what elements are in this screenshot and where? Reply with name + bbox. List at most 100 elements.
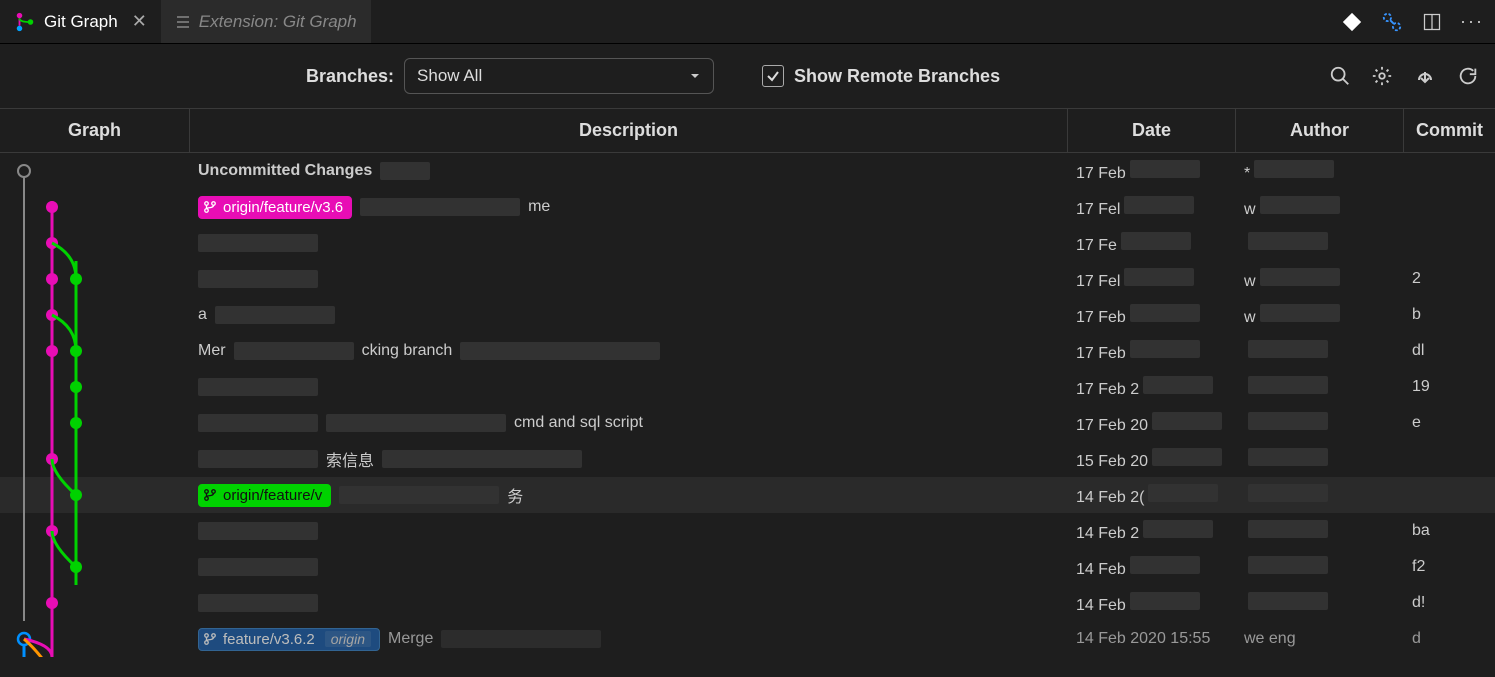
redacted-text (198, 450, 318, 468)
git-graph-toolbar: Branches: Show All Show Remote Branches (0, 44, 1495, 109)
diamond-icon[interactable] (1341, 11, 1363, 33)
date-cell: 14 Feb 2( (1068, 484, 1236, 507)
commit-row[interactable]: 14 Feb f2 (0, 549, 1495, 585)
commit-row[interactable]: feature/v3.6.2origin Merge14 Feb 2020 15… (0, 621, 1495, 657)
date-cell: 17 Feb 20 (1068, 412, 1236, 435)
date-cell: 17 Fe (1068, 232, 1236, 255)
split-editor-icon[interactable] (1421, 11, 1443, 33)
redacted-text (1248, 448, 1328, 466)
redacted-text (198, 522, 318, 540)
redacted-text (1248, 592, 1328, 610)
redacted-text (198, 594, 318, 612)
date-cell: 17 Feb (1068, 340, 1236, 363)
close-icon[interactable]: ✕ (132, 11, 147, 32)
redacted-text (198, 270, 318, 288)
tab-git-graph[interactable]: Git Graph ✕ (0, 0, 161, 43)
redacted-text (339, 486, 499, 504)
date-value: 17 Feb (1076, 345, 1126, 362)
commit-value: d (1412, 630, 1421, 647)
redacted-text (198, 378, 318, 396)
commit-cell: f2 (1404, 558, 1495, 576)
commit-value: f2 (1412, 558, 1425, 575)
col-description[interactable]: Description (190, 109, 1068, 152)
col-author[interactable]: Author (1236, 109, 1404, 152)
redacted-text (360, 198, 520, 216)
description-cell (190, 522, 1068, 540)
redacted-text (1248, 520, 1328, 538)
commit-value: d! (1412, 594, 1425, 611)
show-remote-checkbox[interactable] (762, 65, 784, 87)
more-icon[interactable]: ··· (1461, 11, 1483, 33)
redacted-text (1260, 196, 1340, 214)
redacted-text (1124, 196, 1194, 214)
commit-row[interactable]: 17 Felw2 (0, 261, 1495, 297)
description-cell (190, 234, 1068, 252)
redacted-text (1152, 448, 1222, 466)
author-cell (1236, 412, 1404, 435)
commit-cell: dl (1404, 342, 1495, 360)
search-icon[interactable] (1329, 65, 1351, 87)
redacted-text (1248, 556, 1328, 574)
date-cell: 14 Feb 2020 15:55 (1068, 630, 1236, 648)
branches-select[interactable]: Show All (404, 58, 714, 94)
redacted-text (1121, 232, 1191, 250)
commit-row[interactable]: 17 Fe (0, 225, 1495, 261)
description-cell: 索信息 (190, 447, 1068, 471)
commit-row[interactable]: cmd and sql script17 Feb 20e (0, 405, 1495, 441)
tab-label: Extension: Git Graph (199, 12, 357, 32)
commit-cell: 2 (1404, 270, 1495, 288)
commit-message-tail: me (528, 198, 550, 216)
col-graph[interactable]: Graph (0, 109, 190, 152)
redacted-text (1260, 304, 1340, 322)
author-value: we eng (1244, 630, 1296, 647)
commit-row[interactable]: Mercking branch 17 Feb dl (0, 333, 1495, 369)
date-cell: 14 Feb (1068, 592, 1236, 615)
refresh-icon[interactable] (1457, 65, 1479, 87)
redacted-text (380, 162, 430, 180)
commit-row[interactable]: origin/feature/v务14 Feb 2( (0, 477, 1495, 513)
description-cell: feature/v3.6.2origin Merge (190, 628, 1068, 651)
commit-message: a (198, 306, 207, 324)
branch-badge[interactable]: feature/v3.6.2origin (198, 628, 380, 651)
branches-label: Branches: (306, 66, 394, 87)
commit-row[interactable]: 14 Feb 2ba (0, 513, 1495, 549)
description-cell (190, 558, 1068, 576)
author-value: * (1244, 165, 1250, 182)
date-cell: 17 Fel (1068, 196, 1236, 219)
commit-row[interactable]: 14 Feb d! (0, 585, 1495, 621)
branch-name: origin/feature/v (223, 487, 322, 504)
redacted-text (1248, 412, 1328, 430)
commit-message-mid: cking branch (362, 342, 453, 360)
branch-badge[interactable]: origin/feature/v (198, 484, 331, 507)
chevron-down-icon (689, 70, 701, 82)
date-value: 14 Feb 2 (1076, 525, 1139, 542)
commit-row[interactable]: Uncommitted Changes17 Feb* (0, 153, 1495, 189)
description-cell: cmd and sql script (190, 414, 1068, 432)
tab-extension[interactable]: Extension: Git Graph (161, 0, 371, 43)
commit-row[interactable]: origin/feature/v3.6me17 Felw (0, 189, 1495, 225)
date-cell: 17 Fel (1068, 268, 1236, 291)
commit-row[interactable]: 17 Feb 219 (0, 369, 1495, 405)
fetch-icon[interactable] (1413, 64, 1437, 88)
commit-row[interactable]: a17 Febwb (0, 297, 1495, 333)
author-cell (1236, 448, 1404, 471)
branch-name: feature/v3.6.2 (223, 631, 315, 648)
col-commit[interactable]: Commit (1404, 109, 1495, 152)
description-cell (190, 270, 1068, 288)
date-value: 15 Feb 20 (1076, 453, 1148, 470)
redacted-text (1248, 340, 1328, 358)
commit-row[interactable]: 索信息 15 Feb 20 (0, 441, 1495, 477)
tab-bar: Git Graph ✕ Extension: Git Graph ··· (0, 0, 1495, 44)
branch-badge[interactable]: origin/feature/v3.6 (198, 196, 352, 219)
col-date[interactable]: Date (1068, 109, 1236, 152)
date-value: 14 Feb (1076, 561, 1126, 578)
commit-cell: b (1404, 306, 1495, 324)
description-cell: Mercking branch (190, 342, 1068, 360)
diff-icon[interactable] (1381, 11, 1403, 33)
date-cell: 17 Feb 2 (1068, 376, 1236, 399)
branches-value: Show All (417, 66, 482, 86)
redacted-text (1130, 340, 1200, 358)
gear-icon[interactable] (1371, 65, 1393, 87)
commit-list: Uncommitted Changes17 Feb* origin/feature… (0, 153, 1495, 657)
date-value: 17 Fe (1076, 237, 1117, 254)
